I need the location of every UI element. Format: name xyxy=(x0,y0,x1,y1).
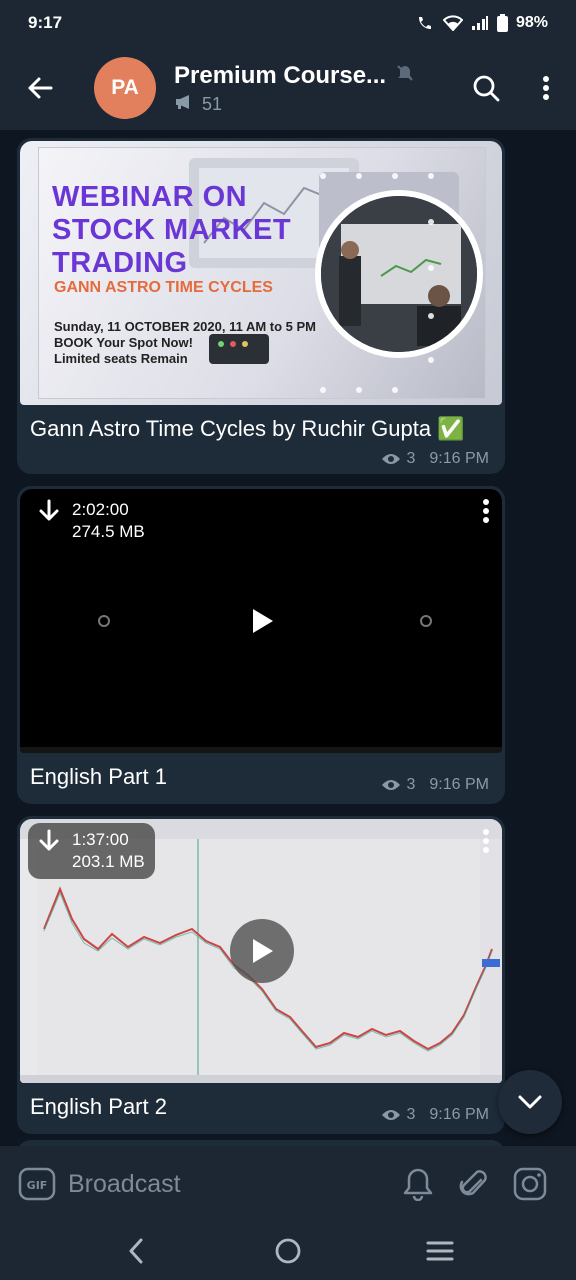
attach-button[interactable] xyxy=(446,1146,502,1222)
channel-title: Premium Course... xyxy=(174,61,387,89)
bell-icon xyxy=(403,1168,433,1201)
photo-attachment[interactable]: WEBINAR ON STOCK MARKET TRADING GANN AST… xyxy=(20,141,502,405)
muted-icon xyxy=(396,64,414,87)
poster-subheadline: GANN ASTRO TIME CYCLES xyxy=(54,279,273,296)
battery-icon xyxy=(496,14,508,32)
video-duration: 1:37:00 xyxy=(72,830,129,849)
message-caption: Gann Astro Time Cycles by Ruchir Gupta ✅ xyxy=(30,416,465,441)
back-button[interactable] xyxy=(0,46,80,130)
subscriber-count: 51 xyxy=(202,93,223,114)
play-button[interactable] xyxy=(230,919,294,983)
message-bubble[interactable]: WEBINAR ON STOCK MARKET TRADING GANN AST… xyxy=(17,138,505,474)
camera-button[interactable] xyxy=(502,1146,558,1222)
wifi-icon xyxy=(442,15,463,31)
video-more-button[interactable] xyxy=(482,499,490,528)
video-size: 203.1 MB xyxy=(72,852,145,871)
search-icon xyxy=(473,75,500,102)
battery-percent: 98% xyxy=(515,14,548,31)
views-count: 3 xyxy=(406,1106,416,1123)
views-eye-icon xyxy=(381,1110,400,1120)
signal-icon xyxy=(471,15,489,31)
views-eye-icon xyxy=(381,780,400,790)
message-meta: 3 9:16 PM xyxy=(381,450,489,468)
megaphone-icon xyxy=(174,94,194,115)
video-duration: 2:02:00 xyxy=(72,500,129,519)
more-vertical-icon xyxy=(543,76,549,100)
home-circle-icon xyxy=(275,1238,301,1264)
play-button[interactable] xyxy=(230,589,294,653)
chevron-left-icon xyxy=(129,1238,143,1264)
gif-button[interactable]: GIF xyxy=(18,1164,56,1204)
more-vertical-icon xyxy=(483,499,489,523)
nav-home-button[interactable] xyxy=(258,1222,318,1280)
message-bubble[interactable]: 1:37:00 203.1 MB English Part 2 3 9:16 P… xyxy=(17,816,505,1134)
poster-headline: WEBINAR ON STOCK MARKET TRADING xyxy=(52,181,292,279)
notification-toggle-button[interactable] xyxy=(390,1146,446,1222)
chat-header: PA Premium Course... 51 xyxy=(0,46,576,130)
message-list[interactable]: WEBINAR ON STOCK MARKET TRADING GANN AST… xyxy=(0,130,576,1146)
message-meta: 3 9:16 PM xyxy=(381,1106,489,1124)
message-time: 9:16 PM xyxy=(429,776,489,793)
recents-icon xyxy=(426,1241,454,1261)
presenter-photo xyxy=(315,190,483,358)
more-vertical-icon xyxy=(483,829,489,853)
nav-recents-button[interactable] xyxy=(410,1222,470,1280)
svg-text:GIF: GIF xyxy=(27,1179,48,1192)
wifi-call-icon xyxy=(417,15,435,31)
paperclip-icon xyxy=(459,1170,487,1196)
video-more-button[interactable] xyxy=(482,829,490,858)
message-time: 9:16 PM xyxy=(429,1106,489,1123)
broadcast-bar: GIF xyxy=(0,1146,576,1222)
play-icon xyxy=(253,939,273,963)
chevron-down-icon xyxy=(518,1095,542,1109)
nav-back-button[interactable] xyxy=(106,1222,166,1280)
channel-info[interactable]: Premium Course... 51 xyxy=(174,62,456,115)
video-size: 274.5 MB xyxy=(72,522,145,541)
message-meta: 3 9:16 PM xyxy=(381,776,489,794)
download-button[interactable]: 2:02:00 274.5 MB xyxy=(28,493,155,549)
message-bubble[interactable]: 2:02:00 274.5 MB English Part 1 3 9:16 P… xyxy=(17,486,505,804)
download-arrow-icon xyxy=(39,499,59,521)
status-icons: 98% xyxy=(417,14,548,32)
watermark-icon xyxy=(98,615,110,627)
more-options-button[interactable] xyxy=(516,46,576,130)
download-arrow-icon xyxy=(39,829,59,851)
broadcast-input[interactable] xyxy=(68,1169,390,1199)
status-time: 9:17 xyxy=(28,13,63,32)
system-nav-bar xyxy=(0,1222,576,1280)
channel-avatar[interactable]: PA xyxy=(94,57,156,119)
video-attachment[interactable]: 2:02:00 274.5 MB xyxy=(20,489,502,753)
watermark-icon xyxy=(420,615,432,627)
download-button[interactable]: 1:37:00 203.1 MB xyxy=(28,823,155,879)
status-bar: 9:17 98% xyxy=(0,0,576,46)
back-arrow-icon xyxy=(28,77,53,99)
search-button[interactable] xyxy=(456,46,516,130)
camera-icon xyxy=(513,1167,547,1201)
play-icon xyxy=(253,609,273,633)
gif-icon: GIF xyxy=(18,1167,56,1201)
poster-info: Sunday, 11 OCTOBER 2020, 11 AM to 5 PM B… xyxy=(54,319,317,366)
video-attachment[interactable]: 1:37:00 203.1 MB xyxy=(20,819,502,1083)
message-time: 9:16 PM xyxy=(429,450,489,467)
views-count: 3 xyxy=(406,450,416,467)
scroll-down-button[interactable] xyxy=(498,1070,562,1134)
views-count: 3 xyxy=(406,776,416,793)
views-eye-icon xyxy=(381,454,400,464)
video-thumbnail-strip xyxy=(20,747,502,753)
